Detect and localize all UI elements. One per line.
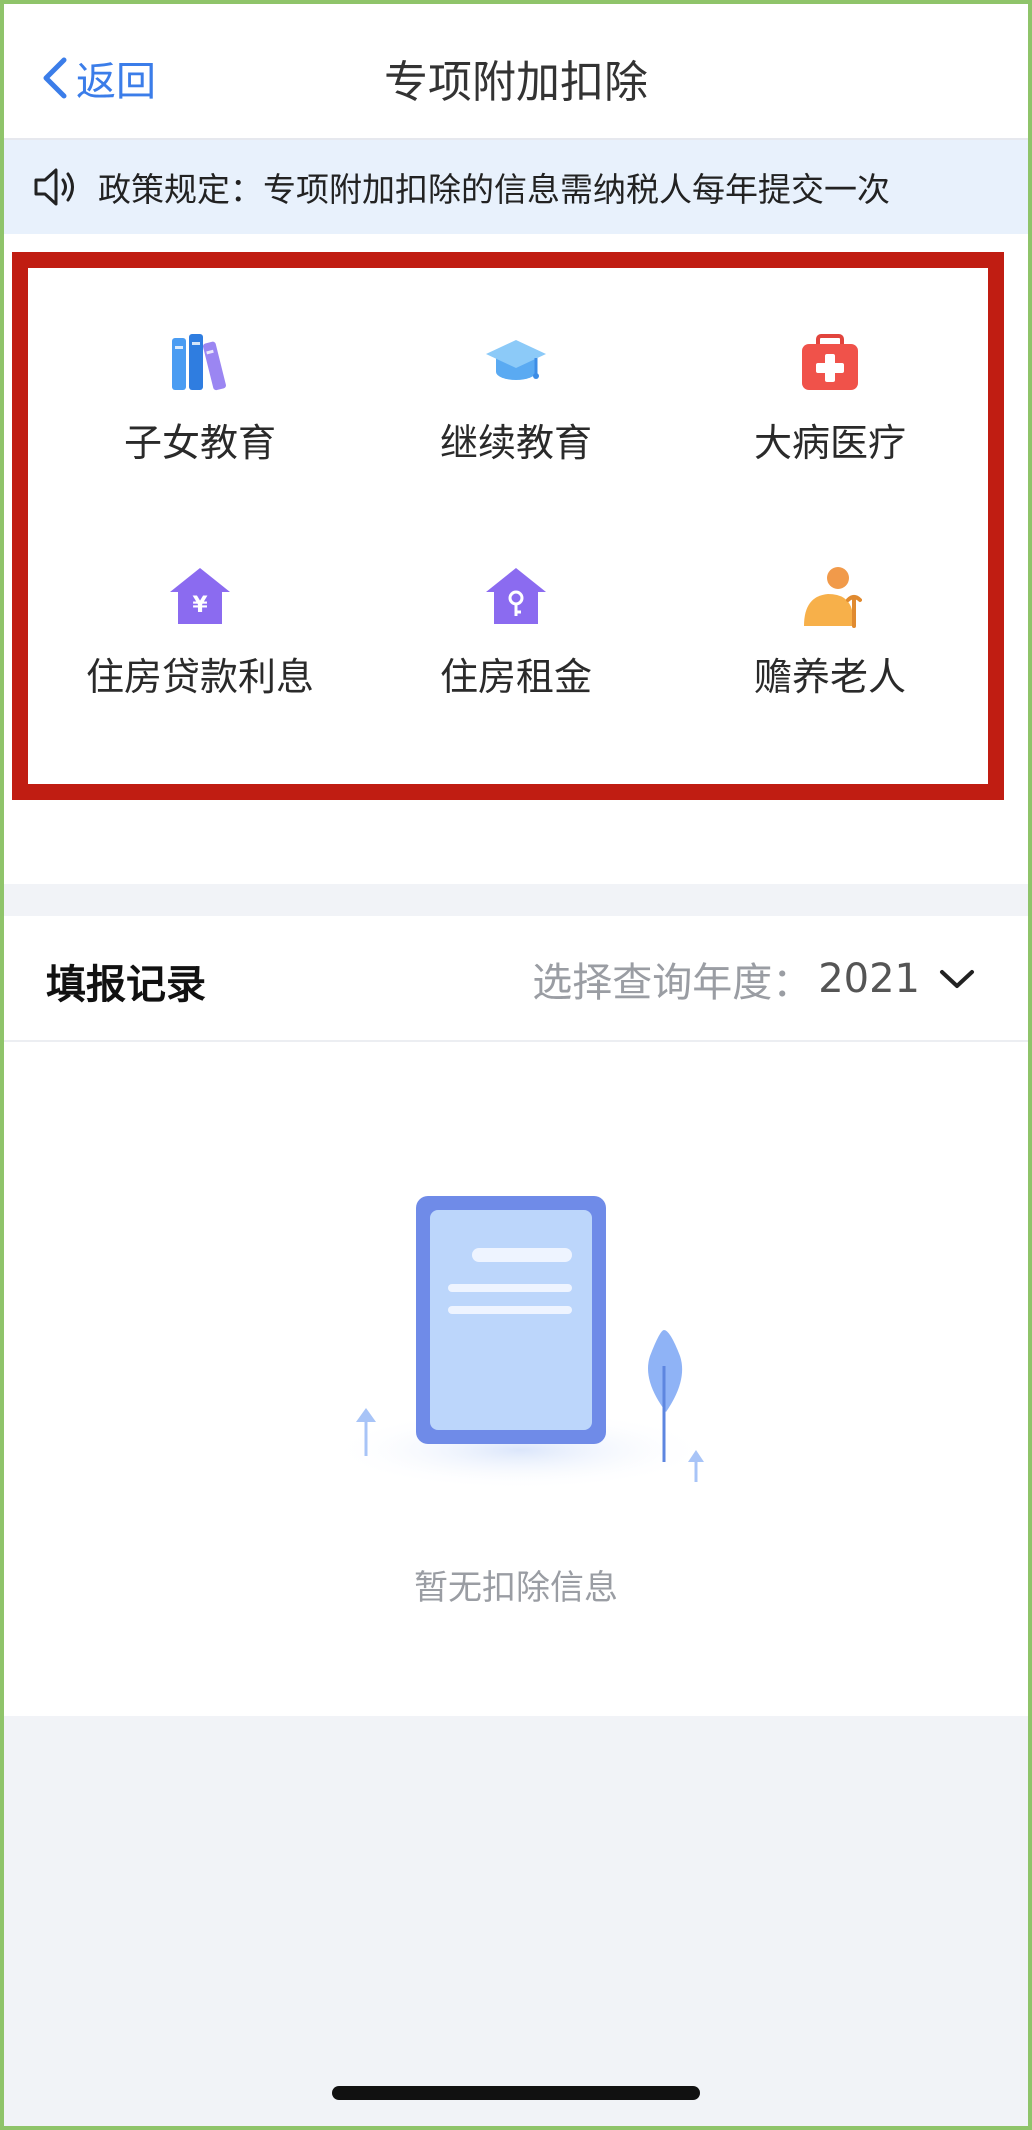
category-child-education[interactable]: 子女教育 <box>50 330 350 510</box>
navigation-bar: 返回 专项附加扣除 <box>0 0 1032 140</box>
year-selector-value: 2021 <box>818 956 920 1002</box>
books-icon <box>172 334 226 391</box>
records-header: 填报记录 选择查询年度： 2021 <box>0 916 1032 1042</box>
elderly-person-icon <box>804 567 862 628</box>
empty-state-text: 暂无扣除信息 <box>414 1568 618 1608</box>
category-serious-illness-medical[interactable]: 大病医疗 <box>680 330 980 510</box>
category-label: 继续教育 <box>439 421 592 465</box>
category-label: 赡养老人 <box>753 655 906 699</box>
category-label: 大病医疗 <box>753 421 906 465</box>
home-indicator[interactable] <box>332 2086 700 2100</box>
svg-text:¥: ¥ <box>192 593 208 618</box>
category-housing-loan-interest[interactable]: ¥ 住房贷款利息 <box>50 564 350 744</box>
house-key-icon <box>486 568 546 624</box>
category-housing-rent[interactable]: 住房租金 <box>366 564 666 744</box>
policy-notice-bar: 政策规定：专项附加扣除的信息需纳税人每年提交一次 <box>0 140 1032 234</box>
year-selector-label: 选择查询年度： <box>532 960 813 1006</box>
house-yen-icon: ¥ <box>170 568 230 624</box>
chevron-down-icon <box>940 970 974 988</box>
graduation-cap-icon <box>486 340 546 380</box>
category-label: 住房贷款利息 <box>85 655 314 699</box>
category-continuing-education[interactable]: 继续教育 <box>366 330 666 510</box>
page-title: 专项附加扣除 <box>384 57 648 108</box>
category-elderly-support[interactable]: 赡养老人 <box>680 564 980 744</box>
records-title: 填报记录 <box>46 962 206 1008</box>
category-label: 住房租金 <box>439 655 592 699</box>
year-selector[interactable]: 选择查询年度： 2021 <box>532 950 976 1008</box>
empty-document-illustration <box>330 1196 710 1490</box>
policy-notice-text: 政策规定：专项附加扣除的信息需纳税人每年提交一次 <box>98 170 890 209</box>
speaker-icon <box>34 168 74 206</box>
category-label: 子女教育 <box>123 421 276 465</box>
medical-kit-icon <box>802 334 858 390</box>
